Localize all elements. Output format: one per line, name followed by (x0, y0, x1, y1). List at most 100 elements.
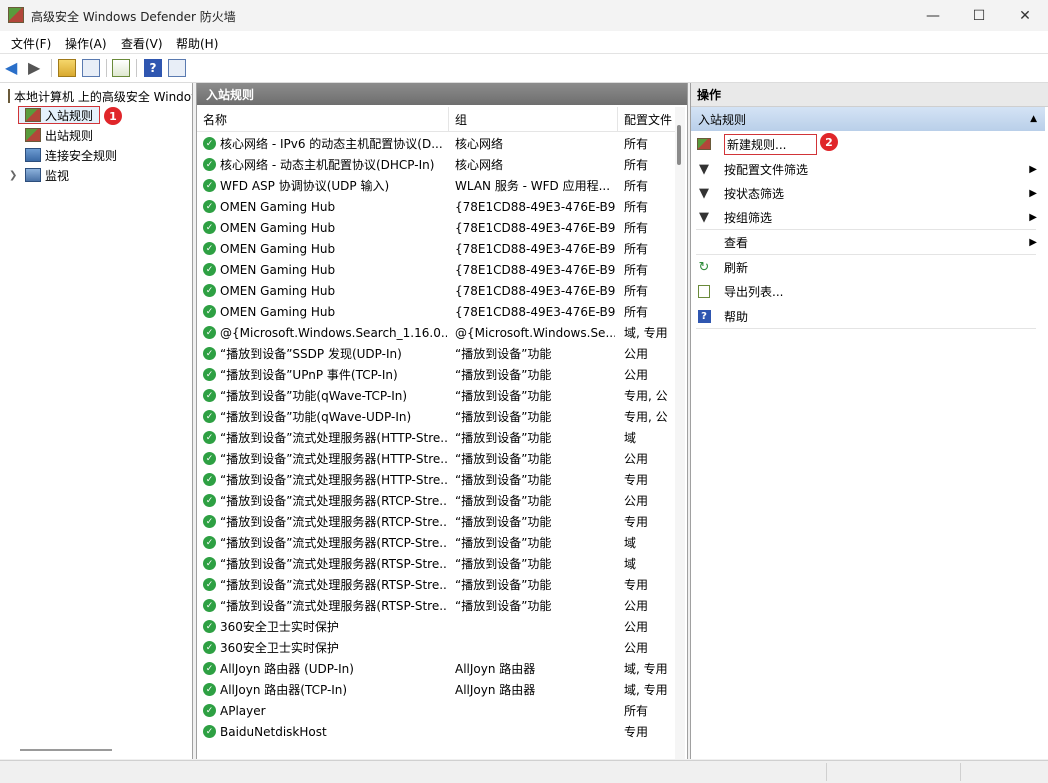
table-row[interactable]: ✓ @{Microsoft.Windows.Search_1.16.0.... @{… (197, 322, 675, 343)
minimize-button[interactable]: — (910, 0, 956, 31)
menu-action[interactable]: 操作(A) (65, 35, 107, 52)
action-item[interactable]: ▼ 按状态筛选 ▶ (691, 181, 1041, 205)
cell-profile: 公用 (624, 368, 649, 382)
action-item[interactable]: 查看 ▶ (691, 230, 1041, 254)
vertical-scrollbar[interactable] (675, 107, 685, 759)
table-row[interactable]: ✓ OMEN Gaming Hub {78E1CD88-49E3-476E-B9..… (197, 301, 675, 322)
step-badge-1: 1 (104, 107, 122, 125)
table-row[interactable]: ✓ BaiduNetdiskHost 专用 (197, 721, 675, 742)
actions-section-inbound[interactable]: 入站规则 ▲ (691, 107, 1045, 131)
cell-profile: 所有 (624, 263, 649, 277)
help-icon[interactable]: ? (144, 59, 162, 77)
action-item[interactable]: 新建规则... (691, 132, 1041, 156)
table-row[interactable]: ✓ “播放到设备”流式处理服务器(RTSP-Stre... “播放到设备”功能 公用 (197, 595, 675, 616)
horizontal-scrollbar[interactable] (20, 749, 112, 751)
close-button[interactable]: ✕ (1002, 0, 1048, 31)
tree-item-label: 监视 (45, 168, 70, 183)
table-row[interactable]: ✓ “播放到设备”SSDP 发现(UDP-In) “播放到设备”功能 公用 (197, 343, 675, 364)
collapse-up-icon[interactable]: ▲ (1030, 114, 1037, 124)
status-bar (0, 760, 1048, 783)
action-label: 按配置文件筛选 (724, 162, 809, 177)
scrollbar-thumb[interactable] (677, 125, 681, 165)
table-row[interactable]: ✓ “播放到设备”流式处理服务器(HTTP-Stre... “播放到设备”功能 域 (197, 427, 675, 448)
table-row[interactable]: ✓ AllJoyn 路由器 (UDP-In) AllJoyn 路由器 域, 专用 (197, 658, 675, 679)
table-row[interactable]: ✓ 核心网络 - IPv6 的动态主机配置协议(D... 核心网络 所有 (197, 133, 675, 154)
cell-profile: 所有 (624, 179, 649, 193)
enabled-check-icon: ✓ (203, 410, 216, 423)
tree-item-outbound-rules[interactable]: 出站规则 (25, 126, 93, 144)
cell-group: {78E1CD88-49E3-476E-B9... (455, 199, 615, 214)
cell-profile: 公用 (624, 620, 649, 634)
column-header-group[interactable]: 组 (449, 107, 618, 131)
submenu-arrow-icon: ▶ (1029, 236, 1037, 248)
action-item[interactable]: ? 帮助 (691, 304, 1041, 328)
chevron-right-icon[interactable]: ❯ (9, 170, 21, 181)
cell-profile: 公用 (624, 599, 649, 613)
menu-help[interactable]: 帮助(H) (176, 35, 218, 52)
table-row[interactable]: ✓ 核心网络 - 动态主机配置协议(DHCP-In) 核心网络 所有 (197, 154, 675, 175)
rule-name: WFD ASP 协调协议(UDP 输入) (220, 179, 390, 193)
tree-item-monitoring[interactable]: ❯ 监视 (9, 166, 69, 184)
inbound-rules-icon (25, 108, 41, 122)
cell-group (455, 637, 615, 658)
table-row[interactable]: ✓ “播放到设备”流式处理服务器(RTCP-Stre... “播放到设备”功能 专用 (197, 511, 675, 532)
rule-name: BaiduNetdiskHost (220, 724, 327, 739)
table-row[interactable]: ✓ “播放到设备”流式处理服务器(RTCP-Stre... “播放到设备”功能 公用 (197, 490, 675, 511)
table-row[interactable]: ✓ AllJoyn 路由器(TCP-In) AllJoyn 路由器 域, 专用 (197, 679, 675, 700)
forward-arrow-icon[interactable]: ▶ (28, 59, 46, 77)
tree-item-inbound-rules[interactable]: 入站规则 (18, 106, 101, 124)
cell-group: AllJoyn 路由器 (455, 683, 536, 697)
action-item[interactable]: ▼ 按组筛选 ▶ (691, 205, 1041, 229)
up-folder-icon[interactable] (58, 59, 76, 77)
cell-group (455, 721, 615, 742)
table-row[interactable]: ✓ OMEN Gaming Hub {78E1CD88-49E3-476E-B9..… (197, 238, 675, 259)
cell-profile: 所有 (624, 305, 649, 319)
column-header-profile[interactable]: 配置文件 (618, 107, 675, 131)
export-list-icon[interactable] (112, 59, 130, 77)
table-row[interactable]: ✓ “播放到设备”流式处理服务器(RTSP-Stre... “播放到设备”功能 域 (197, 553, 675, 574)
export-icon (697, 284, 711, 298)
table-row[interactable]: ✓ “播放到设备”流式处理服务器(RTCP-Stre... “播放到设备”功能 域 (197, 532, 675, 553)
table-row[interactable]: ✓ “播放到设备”流式处理服务器(HTTP-Stre... “播放到设备”功能 公用 (197, 448, 675, 469)
table-row[interactable]: ✓ OMEN Gaming Hub {78E1CD88-49E3-476E-B9..… (197, 196, 675, 217)
cell-name: ✓ APlayer (203, 700, 447, 721)
table-row[interactable]: ✓ OMEN Gaming Hub {78E1CD88-49E3-476E-B9..… (197, 259, 675, 280)
cell-group: “播放到设备”功能 (455, 410, 552, 424)
cell-name: ✓ @{Microsoft.Windows.Search_1.16.0.... (203, 322, 447, 343)
separator (696, 229, 1036, 230)
table-row[interactable]: ✓ “播放到设备”流式处理服务器(RTSP-Stre... “播放到设备”功能 专用 (197, 574, 675, 595)
table-row[interactable]: ✓ “播放到设备”功能(qWave-UDP-In) “播放到设备”功能 专用, 公 (197, 406, 675, 427)
title-bar: 高级安全 Windows Defender 防火墙 — ☐ ✕ (0, 0, 1048, 31)
table-row[interactable]: ✓ 360安全卫士实时保护 公用 (197, 616, 675, 637)
action-item[interactable]: ↻ 刷新 (691, 255, 1041, 279)
cell-profile: 所有 (624, 137, 649, 151)
cell-name: ✓ “播放到设备”流式处理服务器(HTTP-Stre... (203, 469, 447, 490)
table-row[interactable]: ✓ OMEN Gaming Hub {78E1CD88-49E3-476E-B9..… (197, 280, 675, 301)
table-row[interactable]: ✓ “播放到设备”流式处理服务器(HTTP-Stre... “播放到设备”功能 专用 (197, 469, 675, 490)
menu-view[interactable]: 查看(V) (121, 35, 163, 52)
actions-header: 操作 (691, 83, 1048, 107)
table-row[interactable]: ✓ “播放到设备”功能(qWave-TCP-In) “播放到设备”功能 专用, 公 (197, 385, 675, 406)
table-row[interactable]: ✓ OMEN Gaming Hub {78E1CD88-49E3-476E-B9..… (197, 217, 675, 238)
column-header-name[interactable]: 名称 (197, 107, 449, 131)
back-arrow-icon[interactable]: ◀ (5, 59, 23, 77)
tree-item-connection-security[interactable]: 连接安全规则 (25, 146, 117, 164)
enabled-check-icon: ✓ (203, 599, 216, 612)
column-headers: 名称 组 配置文件 (197, 107, 675, 132)
menu-file[interactable]: 文件(F) (11, 35, 51, 52)
action-item[interactable]: 导出列表... (691, 279, 1041, 303)
table-row[interactable]: ✓ “播放到设备”UPnP 事件(TCP-In) “播放到设备”功能 公用 (197, 364, 675, 385)
actions-section-label: 入站规则 (698, 112, 747, 127)
submenu-arrow-icon: ▶ (1029, 187, 1037, 199)
maximize-button[interactable]: ☐ (956, 0, 1002, 31)
action-item[interactable]: ▼ 按配置文件筛选 ▶ (691, 157, 1041, 181)
cell-profile: 域 (624, 557, 637, 571)
help-icon: ? (697, 309, 711, 323)
tree-root[interactable]: 本地计算机 上的高级安全 Windows Defender 防火墙 (8, 87, 192, 105)
table-row[interactable]: ✓ 360安全卫士实时保护 公用 (197, 637, 675, 658)
step-badge-2: 2 (820, 133, 838, 151)
show-hide-action-pane-icon[interactable] (168, 59, 186, 77)
show-hide-tree-icon[interactable] (82, 59, 100, 77)
table-row[interactable]: ✓ APlayer 所有 (197, 700, 675, 721)
table-row[interactable]: ✓ WFD ASP 协调协议(UDP 输入) WLAN 服务 - WFD 应用程..… (197, 175, 675, 196)
